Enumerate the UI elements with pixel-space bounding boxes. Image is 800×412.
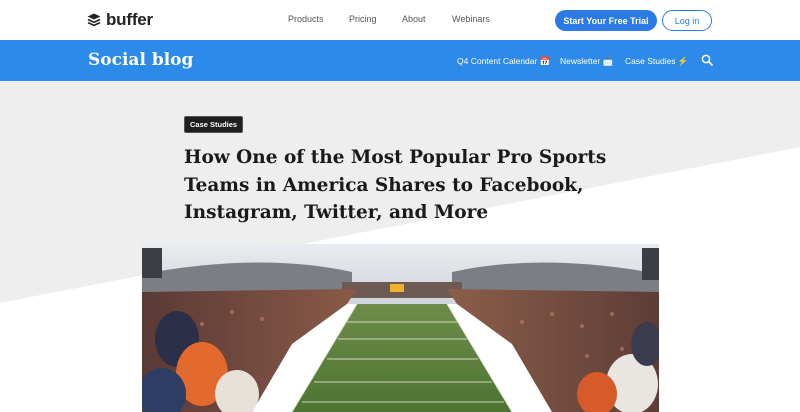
article-hero: Case Studies How One of the Most Popular… — [0, 81, 800, 412]
headline-line: How One of the Most Popular Pro Sports — [184, 147, 607, 168]
blog-link-newsletter[interactable]: Newsletter 📩 — [560, 56, 613, 67]
start-free-trial-button[interactable]: Start Your Free Trial — [555, 10, 657, 31]
stadium-panorama-photo — [142, 244, 659, 412]
nav-about[interactable]: About — [402, 14, 426, 24]
headline-line: Instagram, Twitter, and More — [184, 202, 489, 223]
blog-header-bar: Social blog Q4 Content Calendar 📅 Newsle… — [0, 40, 800, 81]
blog-title[interactable]: Social blog — [88, 50, 193, 70]
blog-link-content-calendar[interactable]: Q4 Content Calendar 📅 — [457, 56, 550, 67]
stadium-illustration — [142, 244, 659, 412]
nav-pricing[interactable]: Pricing — [349, 14, 377, 24]
buffer-logo[interactable]: buffer — [87, 9, 153, 31]
log-in-button[interactable]: Log in — [662, 10, 712, 31]
stack-layers-icon — [87, 13, 101, 27]
search-icon[interactable] — [701, 54, 713, 66]
article-headline: How One of the Most Popular Pro Sports T… — [184, 144, 624, 227]
blog-link-case-studies[interactable]: Case Studies ⚡ — [625, 56, 689, 67]
top-navigation: buffer Products Pricing About Webinars S… — [0, 0, 800, 40]
nav-webinars[interactable]: Webinars — [452, 14, 490, 24]
headline-line: Teams in America Shares to Facebook, — [184, 174, 584, 196]
brand-name: buffer — [106, 10, 153, 29]
nav-products[interactable]: Products — [288, 14, 324, 24]
category-badge[interactable]: Case Studies — [184, 116, 244, 133]
